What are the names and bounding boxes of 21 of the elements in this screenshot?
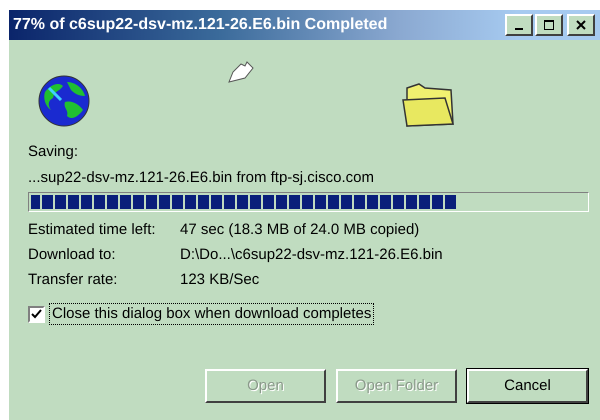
detail-value: 123 KB/Sec [180,270,260,289]
checkbox[interactable] [28,306,45,322]
maximize-button[interactable] [535,14,563,36]
minimize-button[interactable] [505,14,533,36]
globe-icon [37,74,91,128]
detail-label: Transfer rate: [28,270,118,289]
close-icon [574,18,588,32]
saving-label: Saving: [28,142,80,162]
close-button[interactable] [567,14,595,36]
window-title: 77% of c6sup22-dsv-mz.121-26.E6.bin Completed [13,15,388,35]
detail-value: 47 sec (18.3 MB of 24.0 MB copied) [180,220,420,239]
detail-label: Estimated time left: [28,220,157,239]
source-text: ...sup22-dsv-mz.121-26.E6.bin from ftp-sj.cisco.com [28,168,375,188]
minimize-icon [515,28,523,30]
detail-value: D:\Do...\c6sup22-dsv-mz.121-26.E6.bin [180,245,443,264]
folder-icon [401,82,455,128]
maximize-icon [542,18,556,32]
paper-icon [227,60,255,84]
dialog-button[interactable]: Cancel [467,369,588,403]
detail-label: Download to: [28,245,117,264]
checkbox-label[interactable]: Close this dialog box when download completes [49,303,374,325]
